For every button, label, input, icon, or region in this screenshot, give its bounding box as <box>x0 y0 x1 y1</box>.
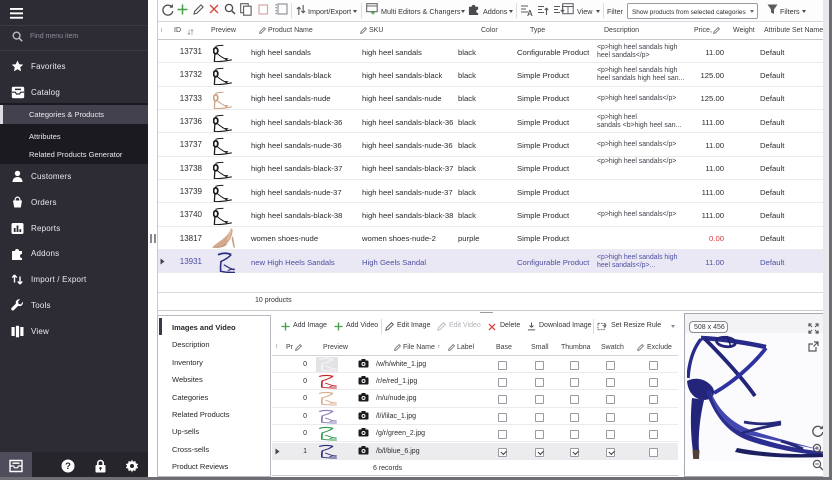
svg-text:?: ? <box>65 461 71 472</box>
svg-text:A: A <box>527 9 533 16</box>
